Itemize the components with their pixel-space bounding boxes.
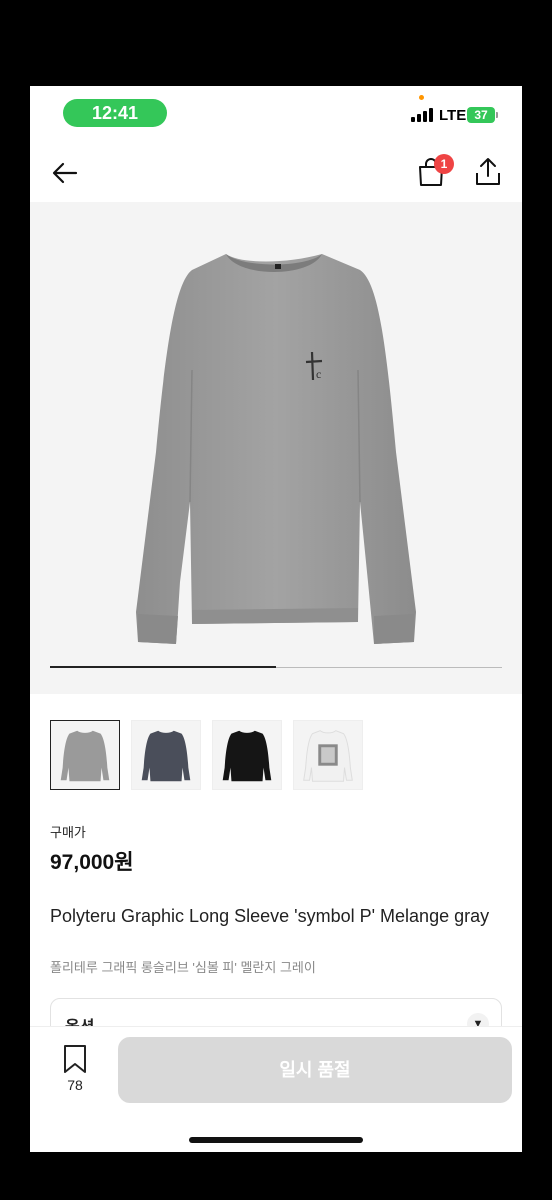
- svg-text:c: c: [316, 367, 321, 381]
- share-icon: [476, 158, 500, 185]
- battery-tip: [496, 112, 498, 118]
- bookmark-button[interactable]: 78: [60, 1043, 90, 1103]
- back-button[interactable]: [48, 156, 82, 190]
- thumbnail-black-image: [222, 730, 272, 782]
- cart-count-badge: 1: [434, 154, 454, 174]
- price-label: 구매가: [50, 825, 86, 840]
- privacy-indicator-icon: [419, 95, 424, 100]
- gallery-progress-track: [50, 666, 502, 668]
- thumbnail-white-image: [303, 730, 353, 782]
- home-indicator: [189, 1137, 363, 1143]
- status-time: 12:41: [63, 99, 167, 127]
- app-screen: 12:41 LTE 37 1 c 구매가 97,000원 Polyteru Gr…: [30, 86, 522, 1152]
- thumbnail-gray[interactable]: [50, 720, 120, 790]
- thumbnail-white-graphic[interactable]: [293, 720, 363, 790]
- bookmark-count: 78: [67, 1077, 83, 1093]
- sold-out-button[interactable]: 일시 품절: [118, 1037, 512, 1103]
- thumbnail-navy-image: [141, 730, 191, 782]
- product-image-gallery[interactable]: c: [30, 202, 522, 694]
- battery-icon: 37: [467, 107, 495, 123]
- product-image: c: [136, 254, 416, 644]
- bookmark-icon: [64, 1045, 86, 1073]
- thumbnail-gray-image: [60, 730, 110, 782]
- price: 97,000원: [50, 851, 134, 874]
- status-bar: 12:41 LTE 37: [30, 86, 522, 142]
- share-button[interactable]: [470, 154, 506, 190]
- top-nav: 1: [30, 142, 522, 202]
- product-title-korean: 폴리테루 그래픽 롱슬리브 '심볼 피' 멜란지 그레이: [50, 960, 316, 975]
- network-label: LTE: [439, 107, 467, 124]
- gallery-progress-fill: [50, 666, 276, 668]
- thumbnail-navy[interactable]: [131, 720, 201, 790]
- bottom-action-bar: 78 일시 품절: [30, 1026, 522, 1152]
- back-arrow-icon: [52, 162, 78, 184]
- product-title: Polyteru Graphic Long Sleeve 'symbol P' …: [50, 906, 490, 926]
- signal-icon: [411, 108, 433, 122]
- thumbnail-black[interactable]: [212, 720, 282, 790]
